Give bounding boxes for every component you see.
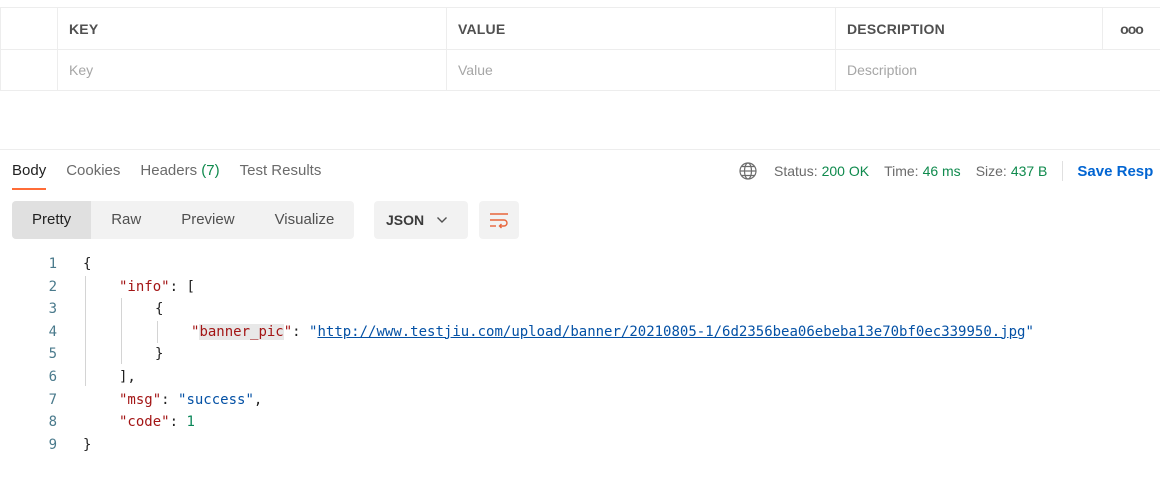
response-tabs: Body Cookies Headers (7) Test Results xyxy=(12,160,341,190)
more-horizontal-icon: ooo xyxy=(1120,20,1144,37)
line-number: 4 xyxy=(48,323,57,340)
json-bracket: ], xyxy=(119,368,136,385)
json-key: "info" xyxy=(119,278,170,295)
json-comma: , xyxy=(253,391,263,408)
tab-headers[interactable]: Headers (7) xyxy=(140,160,219,190)
view-raw[interactable]: Raw xyxy=(91,201,161,239)
code-line: 8 "code": 1 xyxy=(0,411,1160,434)
code-line: 7 "msg": "success", xyxy=(0,389,1160,412)
code-text: "info": [ xyxy=(119,276,195,299)
time-label: Time: xyxy=(884,163,919,179)
json-number-value: 1 xyxy=(186,414,195,431)
json-colon: : xyxy=(161,391,179,408)
code-text: { xyxy=(155,298,163,321)
key-column-header: KEY xyxy=(58,8,447,49)
status-label: Status: xyxy=(774,163,818,179)
json-brace: } xyxy=(83,436,92,453)
response-body-viewer[interactable]: 1{ 2 "info": [ 3{ 4 "banner_pic": "http://… xyxy=(0,253,1160,456)
json-bracket: [ xyxy=(186,278,195,295)
row-checkbox-cell xyxy=(0,50,58,90)
code-line: 5} xyxy=(0,343,1160,366)
json-key: "code" xyxy=(119,414,170,431)
checkbox-column-header xyxy=(0,8,58,49)
description-input[interactable]: Description xyxy=(836,50,1103,90)
format-dropdown[interactable]: JSON xyxy=(374,201,468,239)
code-line: 6], xyxy=(0,366,1160,389)
code-line: 9} xyxy=(0,434,1160,457)
code-line: 3{ xyxy=(0,298,1160,321)
json-colon: : xyxy=(292,323,310,340)
view-visualize[interactable]: Visualize xyxy=(255,201,355,239)
tab-body[interactable]: Body xyxy=(12,160,47,190)
description-column-header: DESCRIPTION xyxy=(836,8,1103,49)
tab-cookies[interactable]: Cookies xyxy=(66,160,120,190)
wrap-lines-button[interactable] xyxy=(479,201,519,239)
json-colon: : xyxy=(169,278,187,295)
params-table-row: Key Value Description xyxy=(0,50,1160,91)
view-preview[interactable]: Preview xyxy=(161,201,254,239)
tab-test-results[interactable]: Test Results xyxy=(240,160,322,190)
code-text: "banner_pic": "http://www.testjiu.com/up… xyxy=(191,321,1034,344)
view-pretty[interactable]: Pretty xyxy=(12,201,92,239)
code-text: { xyxy=(83,253,91,276)
json-brace: { xyxy=(155,301,164,318)
line-number: 7 xyxy=(48,391,57,408)
code-text: "msg": "success", xyxy=(119,389,262,412)
code-line: 4 "banner_pic": "http://www.testjiu.com/u… xyxy=(0,321,1160,344)
status-value[interactable]: 200 OK xyxy=(822,163,869,179)
line-number: 1 xyxy=(48,256,57,272)
size-value[interactable]: 437 B xyxy=(1011,163,1048,179)
headers-count-badge: (7) xyxy=(201,162,220,179)
line-number: 3 xyxy=(48,301,57,318)
key-input[interactable]: Key xyxy=(58,50,447,90)
params-table: KEY VALUE DESCRIPTION ooo Key Value Desc… xyxy=(0,7,1160,91)
json-key: "banner_pic" xyxy=(191,323,293,340)
code-text: "code": 1 xyxy=(119,411,195,434)
json-key-highlight: banner_pic xyxy=(199,323,284,340)
json-brace: { xyxy=(83,256,92,272)
code-line: 1{ xyxy=(0,253,1160,276)
status-separator xyxy=(1062,161,1064,181)
globe-icon[interactable] xyxy=(738,161,758,181)
save-response-button[interactable]: Save Resp xyxy=(1077,163,1153,180)
wrap-lines-icon xyxy=(490,213,508,229)
value-column-header: VALUE xyxy=(447,8,836,49)
json-string-value: "success" xyxy=(178,391,254,408)
line-number: 8 xyxy=(48,414,57,431)
line-number: 2 xyxy=(48,278,57,295)
response-status-bar: Status: 200 OK Time: 46 ms Size: 437 B S… xyxy=(738,161,1153,181)
line-number: 9 xyxy=(48,436,57,453)
view-mode-switcher: Pretty Raw Preview Visualize xyxy=(12,201,355,239)
tab-headers-label: Headers xyxy=(140,162,198,179)
code-text: } xyxy=(83,434,91,457)
line-number: 6 xyxy=(48,368,57,385)
code-line: 2 "info": [ xyxy=(0,276,1160,299)
chevron-down-icon xyxy=(437,217,448,223)
banner-url-link[interactable]: http://www.testjiu.com/upload/banner/202… xyxy=(317,324,1025,340)
json-key: "msg" xyxy=(119,391,162,408)
json-colon: : xyxy=(169,414,187,431)
pane-divider[interactable] xyxy=(0,149,1160,150)
params-table-header: KEY VALUE DESCRIPTION ooo xyxy=(0,8,1160,50)
json-quote: " xyxy=(1025,323,1034,340)
format-dropdown-value: JSON xyxy=(386,212,425,228)
code-text: ], xyxy=(119,366,136,389)
more-options-button[interactable]: ooo xyxy=(1103,8,1160,49)
value-input[interactable]: Value xyxy=(447,50,836,90)
code-text: } xyxy=(155,343,163,366)
json-brace: } xyxy=(155,346,164,363)
size-label: Size: xyxy=(975,163,1007,179)
line-number: 5 xyxy=(48,346,57,363)
time-value[interactable]: 46 ms xyxy=(923,163,961,179)
